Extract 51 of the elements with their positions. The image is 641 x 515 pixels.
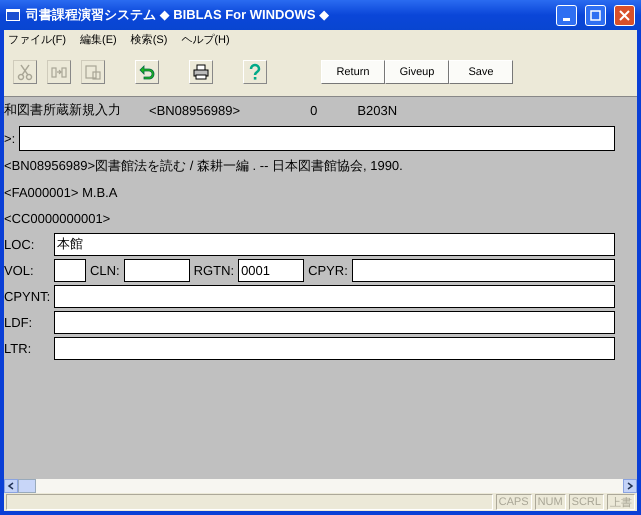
status-indicator: NUM bbox=[534, 494, 566, 510]
input-field[interactable] bbox=[54, 258, 86, 282]
field-label: CPYNT: bbox=[4, 288, 50, 304]
record-code: B203N bbox=[357, 102, 398, 118]
record-id: <BN08956989> bbox=[149, 102, 240, 118]
maximize-icon bbox=[590, 10, 601, 20]
scroll-right-icon[interactable] bbox=[623, 479, 637, 493]
menu-item[interactable]: 編集(E) bbox=[80, 32, 117, 46]
field-label: LDF: bbox=[4, 314, 34, 330]
horizontal-scrollbar[interactable] bbox=[4, 479, 637, 493]
printer-icon[interactable] bbox=[189, 60, 213, 84]
record-line: <FA000001> M.B.A bbox=[4, 184, 118, 200]
maximize-button[interactable] bbox=[585, 4, 606, 26]
status-indicator: CAPS bbox=[496, 494, 532, 510]
input-field[interactable] bbox=[54, 310, 615, 334]
scroll-left-icon[interactable] bbox=[4, 479, 18, 493]
record-line: <CC0000000001> bbox=[4, 210, 110, 226]
menu-item[interactable]: ファイル(F) bbox=[8, 32, 66, 46]
scroll-thumb[interactable] bbox=[18, 479, 36, 493]
toolbar-button[interactable]: Save bbox=[449, 60, 513, 84]
menu-item[interactable]: 検索(S) bbox=[130, 32, 168, 46]
status-indicator: 上書 bbox=[607, 494, 635, 510]
record-count: 0 bbox=[310, 102, 318, 118]
prompt-label: >: bbox=[4, 130, 16, 146]
form-title: 和図書所蔵新規入力 bbox=[4, 101, 121, 119]
question-mark-icon[interactable] bbox=[243, 60, 267, 84]
toolbar-button[interactable]: Return bbox=[321, 60, 385, 84]
input-field[interactable]: 本館 bbox=[54, 232, 615, 256]
field-label: CLN: bbox=[90, 262, 120, 278]
minimize-icon bbox=[563, 18, 570, 20]
input-field[interactable] bbox=[124, 258, 190, 282]
minimize-button[interactable] bbox=[556, 4, 577, 26]
input-field[interactable] bbox=[54, 336, 615, 360]
input-field[interactable] bbox=[54, 284, 615, 308]
window-icon bbox=[6, 9, 20, 21]
field-label: LOC: bbox=[4, 236, 36, 252]
command-input[interactable] bbox=[19, 126, 615, 150]
record-line: <BN08956989>図書館法を読む / 森耕一編 . -- 日本図書館協会, 1990. bbox=[4, 157, 403, 175]
toolbar-button[interactable]: Giveup bbox=[385, 60, 449, 84]
field-label: VOL: bbox=[4, 262, 35, 278]
close-icon bbox=[619, 10, 630, 20]
field-label: LTR: bbox=[4, 340, 32, 356]
field-label: RGTN: bbox=[194, 262, 234, 278]
close-button[interactable] bbox=[614, 4, 635, 26]
field-label: CPYR: bbox=[308, 262, 348, 278]
menu-item[interactable]: ヘルプ(H) bbox=[181, 32, 230, 46]
window-title: 司書課程演習システム ◆ BIBLAS For WINDOWS ◆ bbox=[26, 6, 330, 24]
input-field[interactable]: 0001 bbox=[238, 258, 304, 282]
input-field[interactable] bbox=[352, 258, 615, 282]
undo-icon[interactable] bbox=[135, 60, 159, 84]
status-indicator: SCRL bbox=[568, 494, 604, 510]
